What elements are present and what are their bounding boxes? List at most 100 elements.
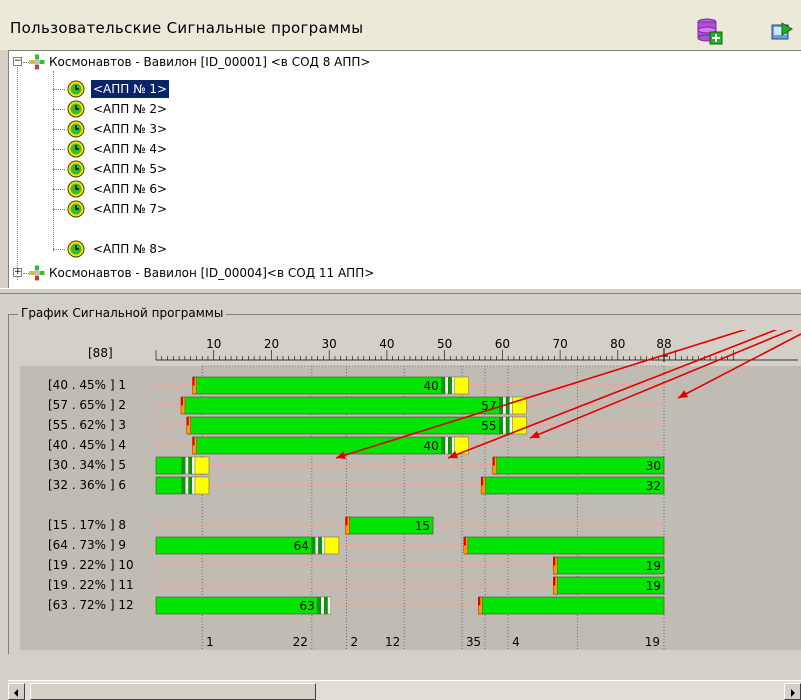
bar-value-label: 19 (646, 559, 661, 573)
transition-marker (463, 537, 466, 546)
row-label: [40 . 45% ] 4 (48, 438, 126, 452)
top-panel-header: Пользовательские Сигнальные программы (0, 0, 801, 50)
stripe-segment (451, 376, 456, 395)
ruler-tick-label: 80 (610, 337, 625, 351)
stripe-segment (185, 456, 189, 475)
row-label: [40 . 45% ] 1 (48, 378, 126, 392)
row-label: [63 . 72% ] 12 (48, 598, 134, 612)
bar-value-label: 55 (481, 419, 496, 433)
row-label: [55 . 62% ] 3 (48, 418, 126, 432)
stripe-segment (317, 596, 322, 615)
bar-value-label: 32 (646, 479, 661, 493)
collapse-toggle[interactable]: − (13, 57, 22, 66)
phase-bottom-label: 19 (645, 635, 660, 649)
stripe-segment (181, 456, 186, 475)
ruler-tick-label: 70 (552, 337, 567, 351)
horizontal-scrollbar[interactable] (8, 680, 801, 700)
stripe-segment (509, 396, 513, 415)
ruler-tick-label: 20 (264, 337, 279, 351)
phase-bar (187, 416, 500, 435)
scroll-left-button[interactable] (8, 683, 25, 700)
ruler-tick-label: 30 (322, 337, 337, 351)
chart-canvas: [88]10 20 30 40 50 60 70 80 88[40 . 45% ] 1 40[57… (20, 330, 801, 650)
ruler-tick-label: 60 (495, 337, 510, 351)
stripe-segment (448, 436, 452, 455)
expand-toggle[interactable]: + (13, 268, 22, 277)
stripe-segment (324, 596, 328, 615)
scroll-thumb[interactable] (30, 683, 316, 700)
phase-bottom-label: 22 (293, 635, 308, 649)
stripe-segment (451, 436, 456, 455)
tree-item-label: <АПП № 2> (93, 102, 168, 116)
clock-icon (67, 100, 85, 118)
row-label: [57 . 65% ] 2 (48, 398, 126, 412)
row-label: [19 . 22% ] 10 (48, 558, 134, 572)
transition-marker (553, 577, 556, 586)
bar-value-label: 40 (423, 379, 438, 393)
phase-bottom-label: 2 (351, 635, 359, 649)
traffic-controller-icon (29, 265, 45, 281)
bar-value-label: 64 (294, 539, 309, 553)
bar-value-label: 15 (415, 519, 430, 533)
arrow-right-icon (791, 689, 795, 697)
transition-marker (192, 377, 195, 386)
phase-bar (181, 396, 500, 415)
row-label: [19 . 22% ] 11 (48, 578, 134, 592)
stripe-segment (327, 596, 332, 615)
cycle-length-label: [88] (88, 346, 113, 360)
transition-marker (192, 437, 195, 446)
phase-bar (493, 456, 665, 475)
row-label: [15 . 17% ] 8 (48, 518, 126, 532)
transition-marker (180, 397, 183, 406)
phase-bar (155, 456, 183, 475)
stripe-segment (320, 596, 325, 615)
tree-item-label: Космонавтов - Вавилон [ID_00004]<в СОД 1… (49, 266, 375, 280)
phase-bar (155, 536, 313, 555)
top-panel-title: Пользовательские Сигнальные программы (10, 19, 364, 37)
stripe-segment (191, 456, 196, 475)
stripe-segment (314, 536, 319, 555)
export-icon[interactable] (770, 17, 796, 45)
clock-icon (67, 80, 85, 98)
stripe-segment (441, 376, 446, 395)
clock-icon (67, 140, 85, 158)
transition-marker (186, 417, 189, 426)
transition-marker (481, 477, 484, 486)
stripe-segment (311, 536, 316, 555)
bar-value-label: 40 (423, 439, 438, 453)
bar-value-label: 30 (646, 459, 661, 473)
stripe-segment (181, 476, 186, 495)
tree-item-label: <АПП № 7> (93, 202, 168, 216)
signal-program-chart[interactable]: [88] 10 20 30 40 50 60 70 80 88 [40 . 45% ] 1 40 [57… (20, 330, 801, 650)
stripe-segment (444, 436, 449, 455)
stripe-segment (444, 376, 449, 395)
add-database-icon[interactable] (697, 17, 723, 45)
ruler-tick-label: 40 (379, 337, 394, 351)
stripe-segment (448, 376, 452, 395)
chart-panel-title: График Сигнальной программы (18, 306, 227, 320)
program-tree[interactable]: − Космонавтов - Вавилон [ID_00001] <в СО… (8, 50, 801, 288)
tree-item-label: <АПП № 5> (93, 162, 168, 176)
clock-icon (67, 180, 85, 198)
phase-bottom-label: 1 (206, 635, 214, 649)
tree-item-label: <АПП № 3> (93, 122, 168, 136)
phase-bottom-label: 12 (385, 635, 400, 649)
row-label: [30 . 34% ] 5 (48, 458, 126, 472)
tree-item-label: <АПП № 1> (89, 79, 171, 99)
amber-segment (194, 456, 210, 475)
stripe-segment (185, 476, 189, 495)
annotation-arrowhead (530, 430, 540, 439)
amber-segment (454, 376, 469, 395)
stripe-segment (499, 416, 503, 435)
arrow-left-icon (14, 689, 18, 697)
row-label: [32 . 36% ] 6 (48, 478, 126, 492)
stripe-segment (318, 536, 322, 555)
phase-bar (481, 476, 665, 495)
clock-icon (67, 160, 85, 178)
tree-item-label: <АПП № 6> (93, 182, 168, 196)
panel-splitter[interactable] (0, 288, 801, 294)
phase-bottom-label: 4 (512, 635, 520, 649)
scroll-right-button[interactable] (784, 683, 801, 700)
stripe-segment (505, 416, 510, 435)
stripe-segment (441, 436, 446, 455)
